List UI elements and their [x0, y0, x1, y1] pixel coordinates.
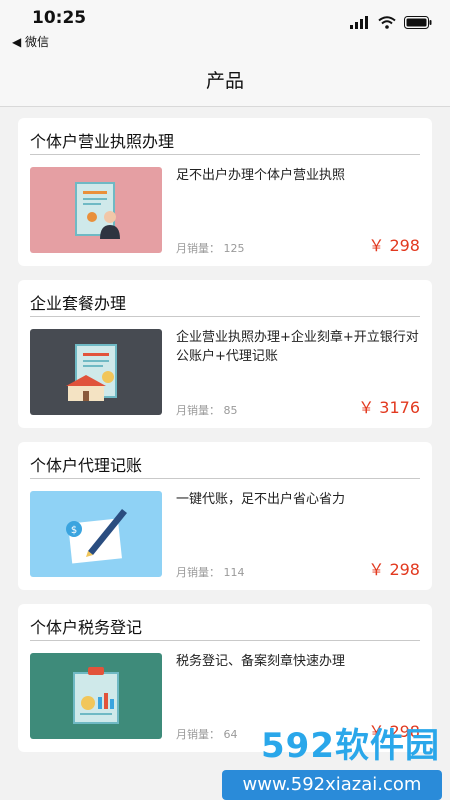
product-thumbnail[interactable]	[30, 167, 162, 253]
divider	[30, 154, 420, 155]
wifi-icon	[378, 16, 396, 29]
sales-label: 月销量：	[176, 728, 220, 741]
product-title: 个体户税务登记	[30, 618, 143, 637]
business-license-icon	[30, 167, 162, 253]
product-description: 税务登记、备案刻章快速办理	[176, 654, 346, 669]
sales-count: 125	[223, 242, 245, 255]
product-title: 个体户营业执照办理	[30, 132, 175, 151]
sales-label: 月销量：	[176, 242, 220, 255]
product-thumbnail[interactable]	[30, 329, 162, 415]
divider	[30, 640, 420, 641]
product-list: 个体户营业执照办理 足不出户办理个体户营业执照 月销量： 125 ￥ 298 企…	[18, 118, 432, 766]
sales-count: 85	[223, 404, 238, 417]
product-description: 一键代账，足不出户省心省力	[176, 492, 346, 507]
nav-bar: 产品	[0, 52, 450, 107]
product-thumbnail[interactable]	[30, 653, 162, 739]
product-price: ￥ 298	[368, 236, 420, 255]
watermark: 592软件园 www.592xiazai.com	[222, 714, 446, 800]
tax-registration-icon	[30, 653, 162, 739]
divider	[30, 316, 420, 317]
product-card[interactable]: 个体户代理记账 $ 一键代账，足不出户省心省力 月销量： 114 ￥ 298	[18, 442, 432, 590]
watermark-url: www.592xiazai.com	[222, 770, 442, 800]
product-title: 个体户代理记账	[30, 456, 143, 475]
company-package-icon	[30, 329, 162, 415]
battery-icon	[404, 16, 432, 29]
back-to-wechat-link[interactable]: ◀ 微信	[12, 33, 49, 50]
sales-count: 114	[223, 566, 245, 579]
bookkeeping-icon: $	[30, 491, 162, 577]
product-price: ￥ 298	[368, 560, 420, 579]
product-thumbnail[interactable]: $	[30, 491, 162, 577]
sales-label: 月销量：	[176, 566, 220, 579]
product-title: 企业套餐办理	[30, 294, 127, 313]
product-card[interactable]: 企业套餐办理 企业营业执照办理+企业刻章+开立银行对公账户+代理记账 月销量： …	[18, 280, 432, 428]
product-description: 足不出户办理个体户营业执照	[176, 168, 346, 183]
divider	[30, 478, 420, 479]
product-card[interactable]: 个体户营业执照办理 足不出户办理个体户营业执照 月销量： 125 ￥ 298	[18, 118, 432, 266]
sales-label: 月销量：	[176, 404, 220, 417]
monthly-sales: 月销量： 125	[176, 240, 245, 256]
status-time: 10:25	[32, 8, 87, 28]
monthly-sales: 月销量： 114	[176, 564, 245, 580]
product-price: ￥ 3176	[358, 398, 420, 417]
signal-icon	[350, 16, 368, 29]
monthly-sales: 月销量： 85	[176, 402, 238, 418]
watermark-brand: 592软件园	[261, 726, 440, 766]
status-bar: 10:25 ◀ 微信	[0, 0, 450, 52]
page-title: 产品	[205, 70, 244, 92]
system-icons	[350, 16, 432, 29]
product-description: 企业营业执照办理+企业刻章+开立银行对公账户+代理记账	[176, 330, 419, 364]
svg-text:$: $	[71, 525, 77, 536]
